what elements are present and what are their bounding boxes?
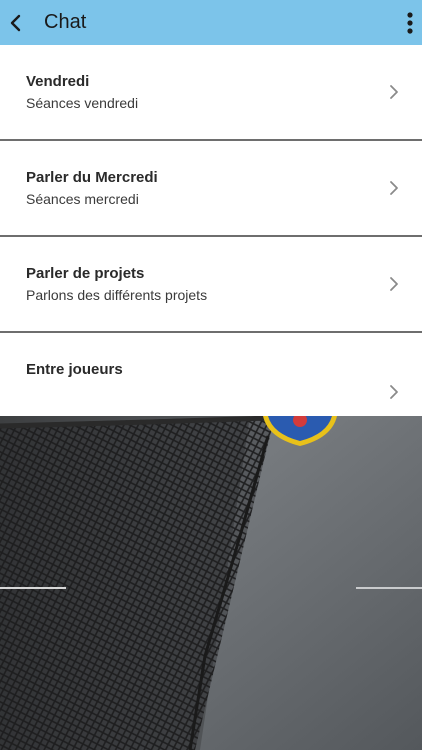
back-button[interactable] — [4, 0, 28, 45]
chat-room-title: Parler de projets — [26, 265, 145, 282]
chat-room-item[interactable]: Vendredi Séances vendredi — [0, 45, 422, 141]
chevron-left-icon — [10, 14, 21, 31]
table-tennis-net-background-image — [0, 416, 422, 750]
more-vertical-icon — [407, 11, 413, 34]
overflow-menu-button[interactable] — [398, 0, 422, 45]
chat-room-item[interactable]: Entre joueurs — [0, 333, 422, 417]
chat-room-list: Vendredi Séances vendredi Parler du Merc… — [0, 45, 422, 417]
chat-room-subtitle: Séances mercredi — [26, 191, 139, 207]
chat-room-subtitle: Séances vendredi — [26, 95, 139, 111]
chevron-right-icon — [390, 85, 398, 99]
chevron-right-icon — [390, 277, 398, 291]
page-title: Chat — [44, 11, 87, 33]
chat-screen: Chat Vendredi Séances vendredi Parler du… — [0, 0, 422, 750]
chat-room-title: Entre joueurs — [26, 361, 123, 378]
app-bar: Chat — [0, 0, 422, 45]
chat-room-title: Parler du Mercredi — [26, 169, 158, 186]
chat-room-item[interactable]: Parler de projets Parlons des différents… — [0, 237, 422, 333]
chevron-right-icon — [390, 181, 398, 195]
chevron-right-icon — [390, 385, 398, 399]
chat-room-subtitle: Parlons des différents projets — [26, 287, 208, 303]
chat-room-item[interactable]: Parler du Mercredi Séances mercredi — [0, 141, 422, 237]
chat-room-title: Vendredi — [26, 73, 90, 90]
